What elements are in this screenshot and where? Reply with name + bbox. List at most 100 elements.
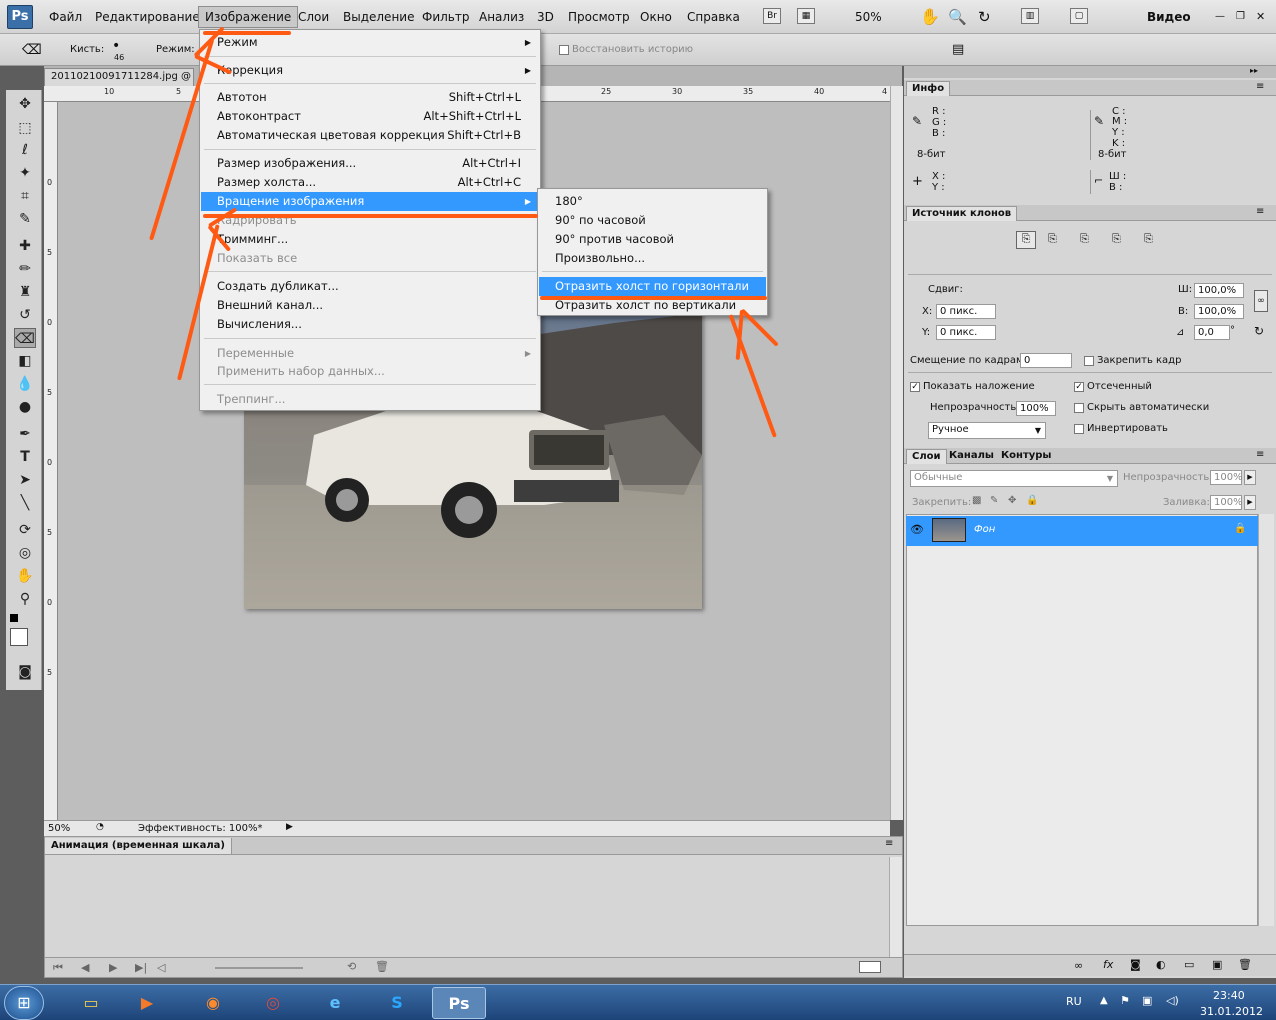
blend-mode-select[interactable]: Обычные ▼ (910, 470, 1118, 487)
status-icon[interactable]: ◔ (96, 822, 104, 832)
history-brush-icon[interactable]: ↺ (14, 305, 36, 325)
eraser-tool-icon[interactable]: ⌫ (14, 328, 36, 348)
menu-view[interactable]: Просмотр (568, 8, 630, 26)
menu-file[interactable]: Файл (49, 8, 82, 26)
path-select-icon[interactable]: ➤ (14, 470, 36, 490)
close-icon[interactable]: ✕ (1256, 8, 1265, 26)
gradient-tool-icon[interactable]: ◧ (14, 351, 36, 371)
clock-date[interactable]: 31.01.2012 (1200, 1005, 1263, 1018)
status-zoom[interactable]: 50% (48, 823, 70, 834)
menu-item-arbitrary[interactable]: Произвольно... (539, 249, 766, 268)
media-player-taskbar-icon[interactable]: ▶ (120, 987, 174, 1019)
language-indicator[interactable]: RU (1066, 995, 1082, 1008)
clone-source-3-icon[interactable]: ⎘ (1080, 232, 1089, 246)
first-frame-icon[interactable]: ⏮ (53, 961, 63, 975)
convert-icon[interactable]: ⟲ (347, 960, 356, 973)
clone-source-4-icon[interactable]: ⎘ (1112, 232, 1121, 246)
hand-icon[interactable]: ✋ (920, 8, 940, 26)
menu-item-rotate-90-ccw[interactable]: 90° против часовой (539, 230, 766, 249)
clone-stamp-icon[interactable]: ♜ (14, 282, 36, 302)
tray-arrow-icon[interactable]: ▲ (1100, 995, 1108, 1006)
opacity-arrow-icon[interactable]: ▶ (1244, 470, 1256, 485)
menu-item-image-size[interactable]: Размер изображения... Alt+Ctrl+I (201, 154, 539, 173)
photoshop-taskbar-icon[interactable]: Ps (432, 987, 486, 1019)
menu-edit[interactable]: Редактирование (95, 8, 200, 26)
explorer-taskbar-icon[interactable]: ▭ (64, 987, 118, 1019)
menu-item-reveal-all[interactable]: Показать все (201, 249, 539, 268)
3d-orbit-icon[interactable]: ◎ (14, 543, 36, 563)
screen-mode-icon[interactable]: ▢ (1070, 8, 1088, 24)
panel-menu-icon[interactable]: ≡ (1256, 81, 1264, 92)
menu-item-duplicate[interactable]: Создать дубликат... (201, 277, 539, 296)
play-icon[interactable]: ▶ (109, 961, 117, 974)
layer-opacity-input[interactable]: 100% (1210, 470, 1243, 485)
show-overlay-checkbox[interactable]: ✓ (910, 382, 920, 392)
trash-icon[interactable]: 🗑 (375, 960, 389, 973)
menu-item-trap[interactable]: Треппинг... (201, 390, 539, 409)
zoom-select[interactable]: 50% (855, 8, 882, 26)
clipped-checkbox[interactable]: ✓ (1074, 382, 1084, 392)
menu-item-image-rotation[interactable]: Вращение изображения ▶ (201, 192, 539, 211)
menu-item-trim[interactable]: Тримминг... (201, 230, 539, 249)
bridge-icon[interactable]: Br (763, 8, 781, 24)
brush-tool-icon[interactable]: ✏ (14, 259, 36, 279)
tab-clone-source[interactable]: Источник клонов (906, 206, 1018, 221)
marquee-tool-icon[interactable]: ⬚ (14, 118, 36, 138)
restore-icon[interactable]: ❐ (1236, 8, 1245, 26)
clock-time[interactable]: 23:40 (1213, 989, 1245, 1002)
offset-x-input[interactable]: 0 пикс. (936, 304, 996, 319)
move-tool-icon[interactable]: ✥ (14, 94, 36, 114)
default-colors-icon[interactable] (10, 614, 18, 622)
animation-tab[interactable]: Анимация (временная шкала) (45, 838, 232, 854)
next-frame-icon[interactable]: ▶| (135, 961, 147, 974)
panel-menu-icon[interactable]: ≡ (1256, 449, 1264, 460)
fx-icon[interactable]: fx (1103, 958, 1113, 971)
zoom-slider[interactable] (215, 967, 303, 969)
menu-3d[interactable]: 3D (537, 8, 554, 26)
dodge-tool-icon[interactable]: ● (14, 397, 36, 417)
fill-arrow-icon[interactable]: ▶ (1244, 495, 1256, 510)
tablet-pressure-icon[interactable]: ▤ (952, 42, 964, 57)
fill-input[interactable]: 100% (1210, 495, 1243, 510)
rotate-view-icon[interactable]: ↻ (978, 8, 991, 26)
menu-item-auto-contrast[interactable]: Автоконтраст Alt+Shift+Ctrl+L (201, 107, 539, 126)
menu-layers[interactable]: Слои (298, 8, 329, 26)
offset-y-input[interactable]: 0 пикс. (936, 325, 996, 340)
tab-layers[interactable]: Слои (906, 449, 947, 464)
line-tool-icon[interactable]: ╲ (14, 493, 36, 513)
menu-filter[interactable]: Фильтр (422, 8, 469, 26)
magic-wand-icon[interactable]: ✦ (14, 163, 36, 183)
menu-analysis[interactable]: Анализ (479, 8, 524, 26)
menu-item-mode[interactable]: Режим ▶ (201, 33, 539, 52)
menu-item-variables[interactable]: Переменные ▶ (201, 344, 539, 363)
panel-menu-icon[interactable]: ≡ (885, 838, 893, 849)
clone-source-1-icon[interactable]: ⎘ (1016, 231, 1036, 249)
foreground-color-swatch[interactable] (10, 628, 28, 646)
audio-icon[interactable]: ◁ (157, 961, 165, 974)
frames-mode-icon[interactable] (859, 961, 881, 973)
lock-position-icon[interactable]: ✥ (1008, 495, 1016, 506)
new-layer-icon[interactable]: ▣ (1212, 958, 1222, 971)
group-icon[interactable]: ▭ (1184, 958, 1194, 971)
lock-all-icon[interactable]: 🔒 (1026, 495, 1038, 506)
lock-pixels-icon[interactable]: ✎ (990, 495, 998, 506)
ie-taskbar-icon[interactable]: e (308, 987, 362, 1019)
lasso-tool-icon[interactable]: ℓ (14, 140, 36, 160)
healing-brush-icon[interactable]: ✚ (14, 236, 36, 256)
display-icon[interactable]: ▣ (1142, 994, 1152, 1007)
layer-row-background[interactable]: 👁 Фон 🔒 (906, 516, 1258, 546)
frame-offset-input[interactable]: 0 (1020, 353, 1072, 368)
auto-hide-checkbox[interactable] (1074, 403, 1084, 413)
trash-icon[interactable]: 🗑 (1238, 958, 1252, 971)
restore-history-checkbox[interactable] (559, 45, 569, 55)
menu-window[interactable]: Окно (640, 8, 672, 26)
scale-w-input[interactable]: 100,0% (1194, 283, 1244, 298)
workspace-select[interactable]: Видео (1147, 8, 1191, 26)
eyedropper-icon[interactable]: ✎ (14, 209, 36, 229)
menu-help[interactable]: Справка (687, 8, 740, 26)
prev-frame-icon[interactable]: ◀ (81, 961, 89, 974)
menu-item-flip-horizontal[interactable]: Отразить холст по горизонтали (539, 277, 766, 296)
scale-h-input[interactable]: 100,0% (1194, 304, 1244, 319)
collapse-icon[interactable]: ▸▸ (1250, 66, 1258, 75)
menu-item-adjustments[interactable]: Коррекция ▶ (201, 61, 539, 80)
